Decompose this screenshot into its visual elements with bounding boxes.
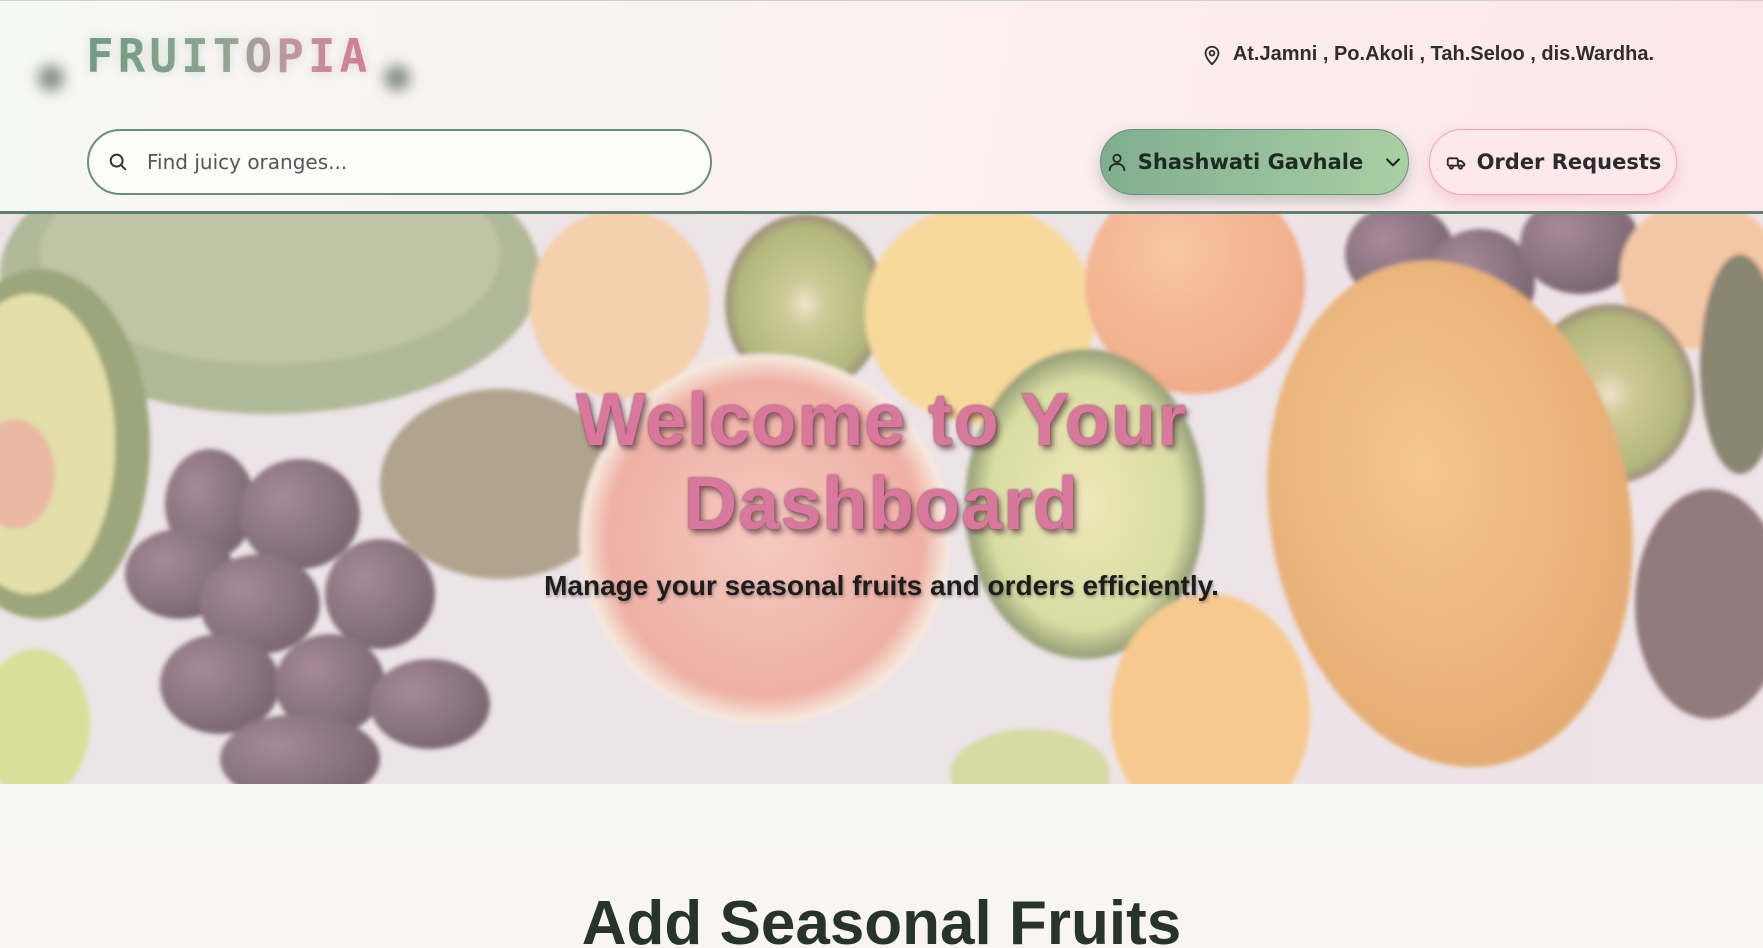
address-text: At.Jamni , Po.Akoli , Tah.Seloo , dis.Wa… [1232,43,1654,65]
top-header: FRUITOPIA At.Jamni , Po.Akoli , Tah.Selo… [0,0,1763,214]
section-title: Add Seasonal Fruits [581,889,1182,948]
add-fruits-section: Add Seasonal Fruits [0,784,1763,948]
map-pin-icon [1204,45,1220,65]
logo[interactable]: FRUITOPIA [38,29,410,91]
hero-subtitle: Manage your seasonal fruits and orders e… [544,570,1219,601]
logo-decoration-left [38,65,64,91]
order-requests-label: Order Requests [1476,150,1662,174]
order-requests-button[interactable]: Order Requests [1429,129,1677,195]
search-bar[interactable] [87,129,712,195]
hero-banner: Welcome to Your Dashboard Manage your se… [0,214,1763,784]
chevron-down-icon [1386,158,1401,167]
logo-decoration-right [384,65,410,91]
hero-title: Welcome to Your Dashboard [0,378,1763,546]
hero-title-line-2: Dashboard [683,462,1080,545]
hero-title-line-1: Welcome to Your [575,378,1188,461]
search-icon [109,153,127,171]
user-icon [1108,153,1125,172]
search-input[interactable] [147,150,687,174]
user-name: Shashwati Gavhale [1137,150,1364,174]
user-menu-button[interactable]: Shashwati Gavhale [1100,129,1409,195]
logo-text[interactable]: FRUITOPIA [86,29,371,83]
location-address: At.Jamni , Po.Akoli , Tah.Seloo , dis.Wa… [1201,43,1654,66]
truck-icon [1446,157,1465,170]
